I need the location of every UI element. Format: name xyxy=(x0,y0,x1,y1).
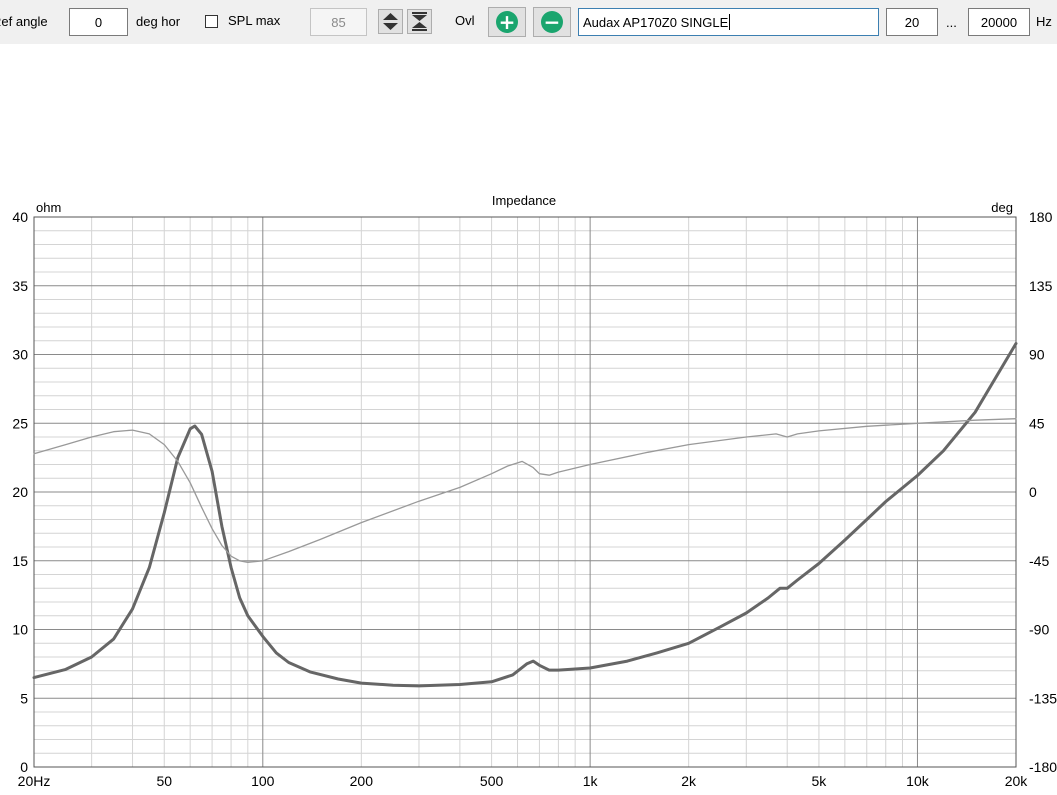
y-right-tick-label: 135 xyxy=(1029,278,1053,294)
x-tick-label: 100 xyxy=(251,773,275,789)
x-tick-label: 500 xyxy=(480,773,504,789)
y-right-tick-label: -180 xyxy=(1029,759,1057,775)
y-right-tick-label: 0 xyxy=(1029,484,1037,500)
x-tick-label: 10k xyxy=(906,773,930,789)
x-tick-label: 2k xyxy=(681,773,697,789)
y-left-tick-label: 40 xyxy=(12,209,28,225)
y-right-tick-label: 90 xyxy=(1029,347,1045,363)
x-tick-label: 200 xyxy=(350,773,374,789)
y-left-tick-label: 10 xyxy=(12,622,28,638)
chart-title: Impedance xyxy=(492,193,556,208)
y-right-tick-label: -90 xyxy=(1029,622,1049,638)
y-left-tick-label: 25 xyxy=(12,415,28,431)
y-left-tick-label: 15 xyxy=(12,553,28,569)
x-tick-labels: 20Hz 50 100 200 500 1k 2k 5k 10k 20k xyxy=(18,773,1029,789)
impedance-chart: 20Hz 50 100 200 500 1k 2k 5k 10k 20k 0 5 10 15 20 25 30… xyxy=(12,193,1057,789)
y-left-tick-label: 20 xyxy=(12,484,28,500)
y-right-tick-label: 180 xyxy=(1029,209,1053,225)
y-right-tick-label: -45 xyxy=(1029,553,1049,569)
x-tick-label: 20Hz xyxy=(18,773,51,789)
x-tick-label: 5k xyxy=(812,773,828,789)
series-lines xyxy=(32,342,1018,688)
y-left-tick-label: 30 xyxy=(12,347,28,363)
impedance-magnitude-line xyxy=(32,342,1018,688)
y-right-tick-label: -135 xyxy=(1029,690,1057,706)
x-tick-label: 1k xyxy=(583,773,599,789)
impedance-phase-line xyxy=(33,418,1017,563)
y-left-tick-label: 35 xyxy=(12,278,28,294)
y-right-tick-label: 45 xyxy=(1029,415,1045,431)
y-left-tick-label: 5 xyxy=(20,690,28,706)
y-right-unit: deg xyxy=(991,200,1013,215)
x-tick-label: 20k xyxy=(1005,773,1029,789)
y-left-tick-label: 0 xyxy=(20,759,28,775)
y-left-unit: ohm xyxy=(36,200,61,215)
x-tick-label: 50 xyxy=(156,773,172,789)
